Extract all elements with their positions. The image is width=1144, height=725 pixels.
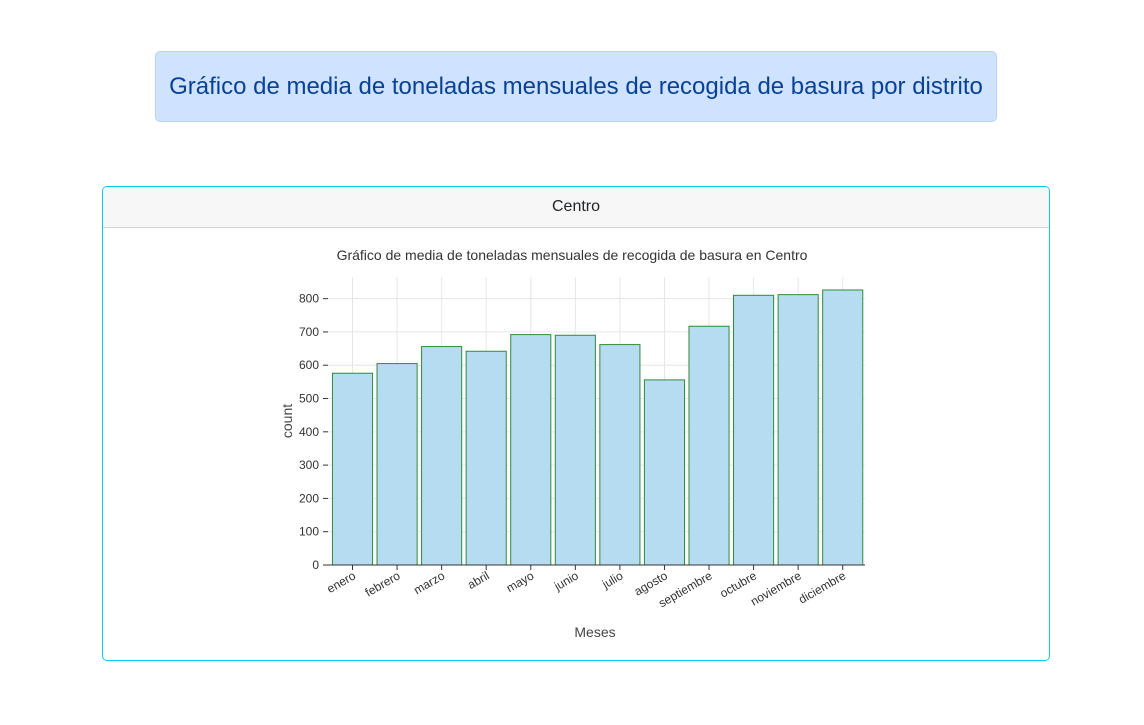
bar-diciembre <box>822 289 864 566</box>
x-tick-label: noviembre <box>748 568 804 608</box>
x-tick-label: mayo <box>504 568 537 595</box>
x-tick-label: abril <box>465 568 492 591</box>
x-axis-label: Meses <box>574 624 615 640</box>
district-name: Centro <box>551 198 601 215</box>
card-body: Gráfico de media de toneladas mensuales … <box>103 228 1049 660</box>
bar-septiembre <box>688 325 730 566</box>
x-tick-label: enero <box>324 568 358 596</box>
bar-julio <box>599 344 641 566</box>
x-tick-label: diciembre <box>796 568 848 606</box>
y-tick-label: 100 <box>299 525 319 539</box>
x-tick-label: julio <box>599 568 626 591</box>
bar-marzo <box>421 346 463 566</box>
bar-febrero <box>376 363 418 566</box>
y-tick-label: 800 <box>299 292 319 306</box>
page-title-banner: Gráfico de media de toneladas mensuales … <box>155 51 997 122</box>
bar-enero <box>331 372 374 566</box>
y-tick-label: 0 <box>312 558 319 572</box>
y-axis-label: count <box>279 404 295 438</box>
bar-agosto <box>643 379 686 566</box>
x-tick-label: marzo <box>411 568 447 597</box>
bar-mayo <box>510 334 552 566</box>
bar-junio <box>554 334 596 566</box>
page-title: Gráfico de media de toneladas mensuales … <box>169 72 983 100</box>
bar-noviembre <box>777 294 819 566</box>
y-tick-label: 600 <box>299 358 319 372</box>
y-tick-label: 700 <box>299 325 319 339</box>
chart-title: Gráfico de media de toneladas mensuales … <box>337 247 808 263</box>
x-tick-label: junio <box>551 568 581 593</box>
y-tick-label: 400 <box>299 425 319 439</box>
bar-octubre <box>733 294 775 566</box>
card-header: Centro <box>103 187 1049 228</box>
y-tick-label: 500 <box>299 392 319 406</box>
x-tick-label: febrero <box>363 568 403 599</box>
bar-chart: Gráfico de media de toneladas mensuales … <box>279 247 865 640</box>
bars <box>331 289 864 566</box>
district-card: Centro Gráfico de media de toneladas men… <box>102 186 1050 661</box>
y-tick-label: 300 <box>299 458 319 472</box>
y-tick-label: 200 <box>299 491 319 505</box>
bar-abril <box>465 350 507 566</box>
